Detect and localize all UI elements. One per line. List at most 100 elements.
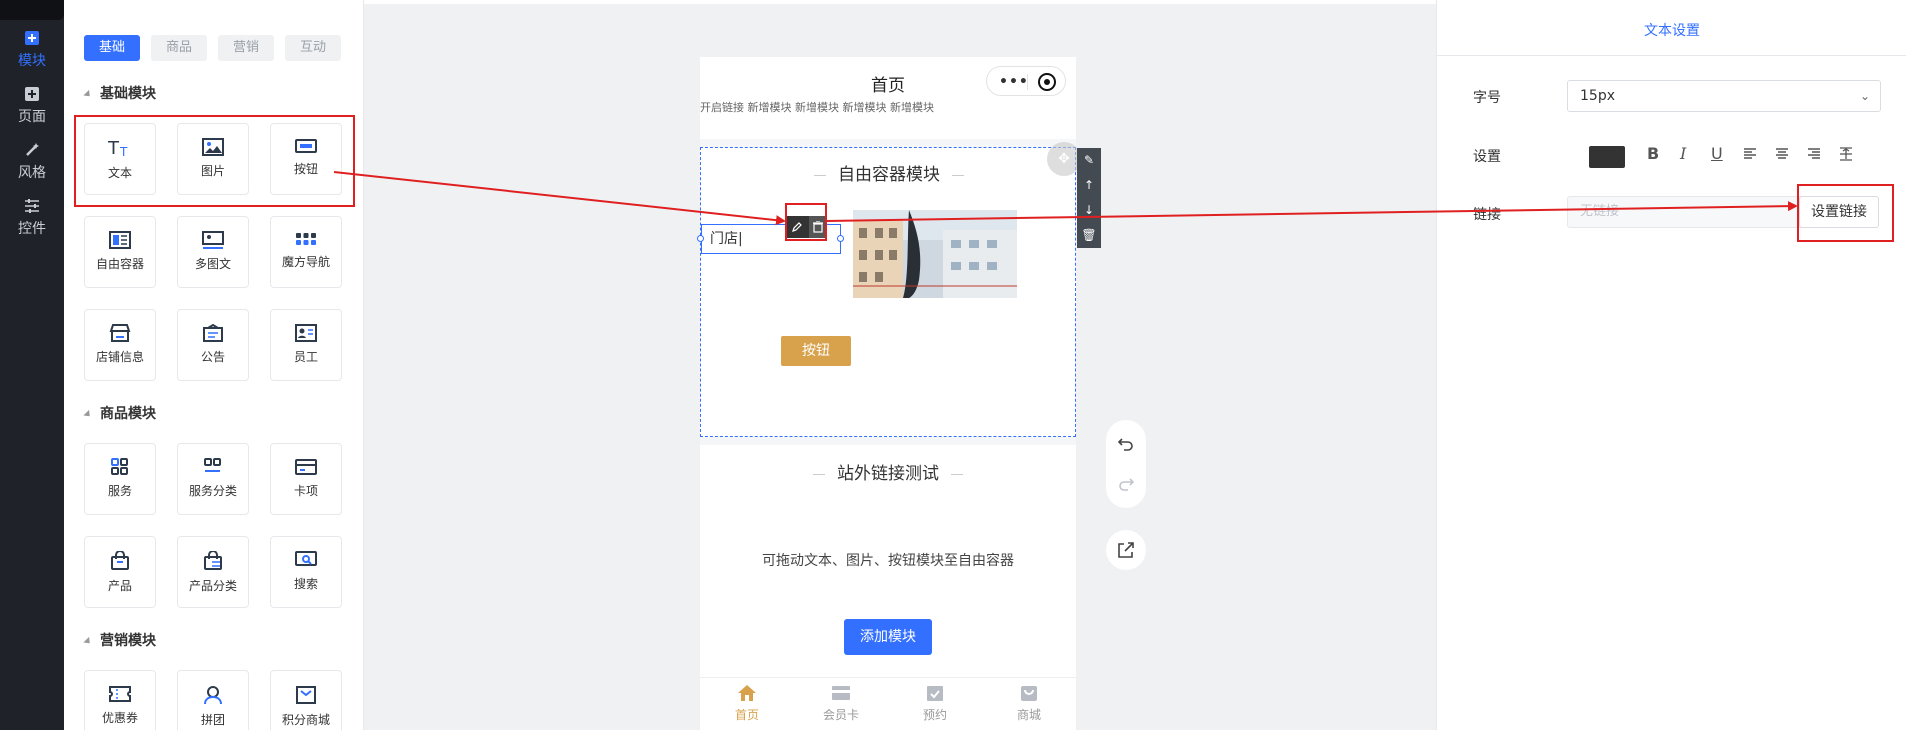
add-module-button[interactable]: 添加模块 [844, 619, 932, 655]
text-color-swatch[interactable] [1589, 146, 1625, 168]
grid-nav-icon [296, 233, 316, 245]
move-down-icon[interactable]: ↓ [1077, 198, 1101, 223]
tabbar-item-member-card[interactable]: 会员卡 [794, 678, 888, 730]
undo-icon [1117, 438, 1133, 451]
free-container-module[interactable]: 自由容器模块 门店| 按钮 ✥ ✎ ↑ ↓ 🗑 [697, 142, 1101, 437]
module-card-points-mall[interactable]: 积分商城 [270, 670, 342, 730]
multi-image-text-icon [202, 231, 224, 249]
annotation-box-basic-row [74, 115, 355, 207]
nav-item-modules[interactable]: 模块 [0, 30, 64, 70]
module-label: 卡项 [293, 484, 318, 498]
module-card-multi-image[interactable]: 多图文 [177, 216, 249, 288]
text-element-value: 门店 [710, 231, 738, 247]
module-card-product[interactable]: 产品 [84, 536, 156, 608]
module-label: 搜索 [293, 577, 318, 591]
italic-icon[interactable]: I [1680, 144, 1686, 163]
plus-square-icon [25, 31, 39, 45]
module-card-service[interactable]: 服务 [84, 443, 156, 515]
group-buy-icon [204, 686, 222, 705]
section-title-goods: 商品模块 [83, 403, 156, 423]
points-mall-icon [296, 686, 316, 704]
align-center-icon[interactable] [1775, 147, 1789, 161]
tabbar-item-home[interactable]: 首页 [700, 678, 794, 730]
tabbar-label: 商城 [1016, 708, 1041, 722]
align-left-icon[interactable] [1743, 147, 1757, 161]
side-edit-icon[interactable]: ✎ [1077, 148, 1101, 173]
image-element[interactable] [853, 210, 1017, 298]
font-size-value: 15px [1580, 88, 1615, 104]
tab-basic[interactable]: 基础 [84, 35, 140, 61]
module-card-service-category[interactable]: 服务分类 [177, 443, 249, 515]
share-icon [1118, 542, 1134, 558]
drag-move-icon[interactable]: ✥ [1047, 142, 1081, 176]
tab-goods[interactable]: 商品 [151, 35, 207, 61]
style-label: 设置 [1473, 149, 1501, 165]
text-cursor: | [738, 231, 743, 247]
module-label: 自由容器 [95, 257, 144, 271]
resize-handle-right[interactable] [837, 235, 844, 242]
more-dots-icon[interactable]: ••• [999, 74, 1029, 90]
announcement-icon [203, 324, 223, 342]
annotation-box-edit-button [785, 203, 827, 241]
module-card-announcement[interactable]: 公告 [177, 309, 249, 381]
module-card-product-category[interactable]: 产品分类 [177, 536, 249, 608]
page-plus-icon [25, 87, 39, 101]
bag-list-icon [204, 551, 222, 570]
underline-icon[interactable]: U [1711, 144, 1723, 163]
collapse-triangle-icon [83, 89, 93, 99]
modules-panel: 基础 商品 营销 互动 基础模块 TT 文本 图片 按钮 自由容器 多图文 魔方… [64, 0, 364, 730]
module-card-staff[interactable]: 员工 [270, 309, 342, 381]
module-label: 积分商城 [281, 713, 330, 727]
service-grid-icon [111, 458, 128, 475]
nav-label: 风格 [18, 165, 46, 181]
link-input[interactable]: 无链接 [1567, 196, 1803, 228]
link-label: 链接 [1473, 207, 1501, 223]
nav-item-page[interactable]: 页面 [0, 86, 64, 126]
member-card-icon [832, 686, 850, 700]
mini-program-capsule[interactable]: ••• [986, 66, 1066, 96]
annotation-box-set-link [1797, 184, 1894, 242]
tabbar-item-booking[interactable]: 预约 [888, 678, 982, 730]
font-size-select[interactable]: 15px ⌄ [1567, 80, 1881, 112]
tabbar-label: 首页 [734, 708, 759, 722]
nav-label: 模块 [18, 53, 46, 69]
close-target-icon[interactable] [1038, 73, 1056, 91]
module-label: 店铺信息 [95, 350, 144, 364]
resize-handle-left[interactable] [697, 235, 704, 242]
module-label: 拼团 [200, 713, 225, 727]
redo-button[interactable] [1106, 464, 1146, 504]
redo-icon [1119, 478, 1135, 491]
side-delete-icon[interactable]: 🗑 [1077, 223, 1101, 248]
phone-tabbar: 首页 会员卡 预约 商城 [700, 677, 1076, 730]
chevron-down-icon: ⌄ [1859, 89, 1870, 103]
tab-interaction[interactable]: 互动 [285, 35, 341, 61]
bold-icon[interactable]: B [1647, 144, 1659, 163]
free-container-icon [109, 231, 131, 249]
module-card-free-container[interactable]: 自由容器 [84, 216, 156, 288]
module-card-group-buy[interactable]: 拼团 [177, 670, 249, 730]
module-label: 产品分类 [188, 579, 237, 593]
module-card-card-item[interactable]: 卡项 [270, 443, 342, 515]
tab-marketing[interactable]: 营销 [218, 35, 274, 61]
nav-item-controls[interactable]: 控件 [0, 198, 64, 238]
container-button[interactable]: 按钮 [781, 336, 851, 366]
undo-button[interactable] [1106, 424, 1146, 464]
module-card-search[interactable]: 搜索 [270, 536, 342, 608]
bag-icon [111, 551, 129, 570]
move-up-icon[interactable]: ↑ [1077, 173, 1101, 198]
magic-wand-icon [26, 143, 39, 156]
module-label: 产品 [107, 579, 132, 593]
share-button[interactable] [1106, 530, 1146, 570]
module-card-coupon[interactable]: 优惠券 [84, 670, 156, 730]
module-card-store-info[interactable]: 店铺信息 [84, 309, 156, 381]
module-label: 员工 [293, 350, 318, 364]
align-right-icon[interactable] [1807, 147, 1821, 161]
nav-item-style[interactable]: 风格 [0, 142, 64, 182]
module-card-grid-nav[interactable]: 魔方导航 [270, 216, 342, 288]
module-label: 服务分类 [188, 484, 237, 498]
home-icon [738, 685, 756, 701]
strikethrough-icon[interactable] [1839, 147, 1853, 161]
phone-header: 首页 ••• [700, 57, 1076, 103]
text-settings-panel: 文本设置 字号 15px ⌄ 设置 B I U 链接 无链接 设置链接 [1436, 0, 1906, 730]
tabbar-item-mall[interactable]: 商城 [982, 678, 1076, 730]
